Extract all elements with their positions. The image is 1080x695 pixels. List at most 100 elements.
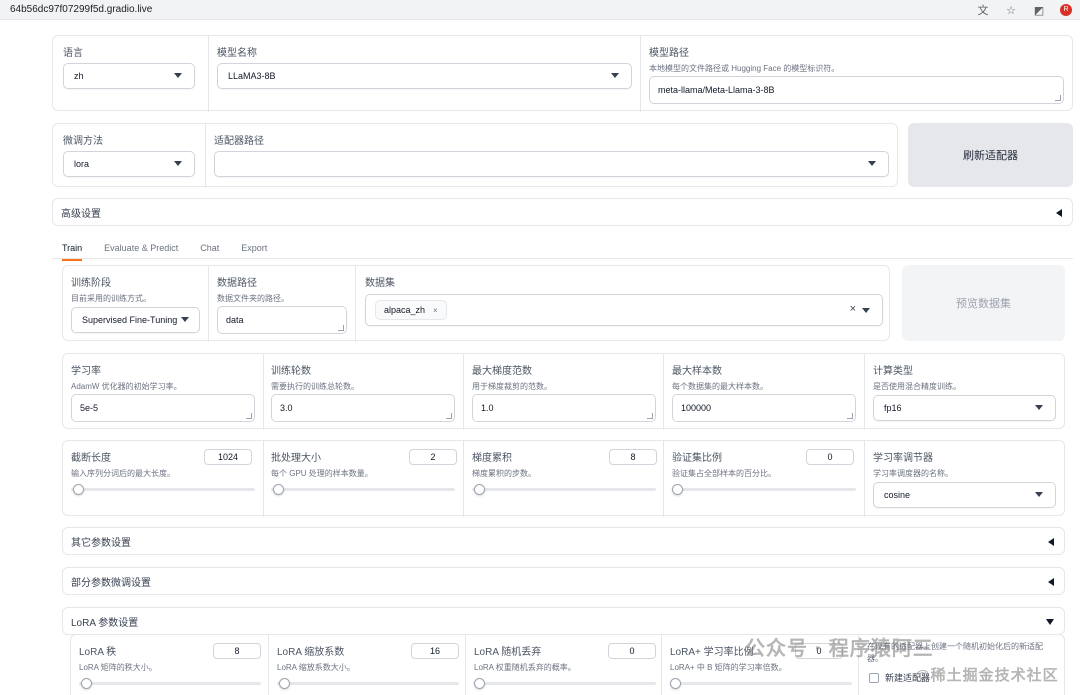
lora-rank-slider-thumb[interactable] xyxy=(80,678,92,689)
dataset-tag-label: alpaca_zh xyxy=(384,305,426,315)
max-grad-norm-label: 最大梯度范数 xyxy=(472,366,532,377)
preview-dataset-button[interactable]: 预览数据集 xyxy=(902,265,1065,341)
refresh-adapter-button[interactable]: 刷新适配器 xyxy=(908,123,1073,187)
lora-dropout-number[interactable]: 0 xyxy=(608,643,656,659)
new-adapter-checkbox[interactable] xyxy=(869,673,879,683)
watermark-line1: 公众号 · 程序猿阿三 xyxy=(745,638,934,660)
lora-alpha-slider-thumb[interactable] xyxy=(278,678,290,689)
batch-size-number[interactable]: 2 xyxy=(409,449,457,465)
lora-settings-accordion[interactable]: LoRA 参数设置 xyxy=(62,607,1065,635)
advanced-settings-accordion[interactable]: 高级设置 xyxy=(52,198,1073,226)
lora-rank-number[interactable]: 8 xyxy=(213,643,261,659)
finetune-method-label: 微调方法 xyxy=(63,136,103,147)
val-size-info: 验证集占全部样本的百分比。 xyxy=(672,469,776,478)
lora-rank-slider[interactable] xyxy=(79,682,261,685)
batch-size-slider[interactable] xyxy=(271,488,455,491)
model-name-dropdown[interactable]: LLaMA3-8B xyxy=(217,63,632,89)
other-settings-accordion[interactable]: 其它参数设置 xyxy=(62,527,1065,555)
stage-label: 训练阶段 xyxy=(71,278,111,289)
lora-dropout-info: LoRA 权重随机丢弃的概率。 xyxy=(474,663,576,672)
model-path-info: 本地模型的文件路径或 Hugging Face 的模型标识符。 xyxy=(649,64,840,73)
remove-tag-icon[interactable]: × xyxy=(433,306,438,315)
chevron-down-icon xyxy=(1035,492,1043,497)
stage-dropdown[interactable]: Supervised Fine-Tuning xyxy=(71,307,200,333)
lora-dropout-slider[interactable] xyxy=(474,682,656,685)
chevron-down-icon xyxy=(174,73,182,78)
val-size-number[interactable]: 0 xyxy=(806,449,854,465)
adapter-path-label: 适配器路径 xyxy=(214,136,264,147)
translate-icon[interactable]: 文 xyxy=(976,2,990,18)
dataset-label: 数据集 xyxy=(365,278,395,289)
lora-alpha-info: LoRA 缩放系数大小。 xyxy=(277,663,355,672)
cutoff-len-slider-thumb[interactable] xyxy=(72,484,84,495)
lang-label: 语言 xyxy=(63,48,83,59)
lora-rank-label: LoRA 秩 xyxy=(79,647,117,658)
resize-handle-icon xyxy=(338,325,344,331)
stage-value: Supervised Fine-Tuning xyxy=(82,315,178,325)
collapse-arrow-icon xyxy=(1056,209,1062,217)
grad-accum-slider-thumb[interactable] xyxy=(473,484,485,495)
val-size-slider-thumb[interactable] xyxy=(672,484,683,495)
model-config-panel: 语言 zh 模型名称 LLaMA3-8B 模型路径 本地模型的文件路径或 Hug… xyxy=(52,35,1073,112)
clear-icon[interactable]: × xyxy=(850,303,856,315)
star-icon[interactable]: ☆ xyxy=(1004,4,1018,17)
max-samples-label: 最大样本数 xyxy=(672,366,722,377)
scheduler-value: cosine xyxy=(884,490,911,500)
adapter-path-dropdown[interactable] xyxy=(214,151,889,177)
scheduler-label: 学习率调节器 xyxy=(873,453,933,464)
epochs-value: 3.0 xyxy=(280,403,293,413)
model-path-value: meta-llama/Meta-Llama-3-8B xyxy=(658,85,775,95)
learning-rate-info: AdamW 优化器的初始学习率。 xyxy=(71,382,182,391)
grad-accum-info: 梯度累积的步数。 xyxy=(472,469,536,478)
chevron-down-icon xyxy=(181,317,189,322)
learning-rate-value: 5e-5 xyxy=(80,403,99,413)
lang-dropdown[interactable]: zh xyxy=(63,63,195,89)
epochs-input[interactable]: 3.0 xyxy=(271,394,455,422)
val-size-slider[interactable] xyxy=(672,488,856,491)
other-settings-label: 其它参数设置 xyxy=(71,537,131,549)
profile-icon[interactable]: R xyxy=(1060,4,1072,16)
epochs-label: 训练轮数 xyxy=(271,366,311,377)
chevron-down-icon xyxy=(862,308,870,313)
cutoff-len-slider[interactable] xyxy=(71,488,255,491)
lora-dropout-slider-thumb[interactable] xyxy=(474,678,485,689)
dataset-tag[interactable]: alpaca_zh × xyxy=(375,300,447,320)
freeze-settings-accordion[interactable]: 部分参数微调设置 xyxy=(62,567,1065,595)
watermark-line2: @稀土掘金技术社区 xyxy=(915,667,1059,684)
compute-type-info: 是否使用混合精度训练。 xyxy=(873,382,961,391)
data-dir-input[interactable]: data xyxy=(217,306,347,334)
url-bar[interactable]: 64b56dc97f07299f5d.gradio.live xyxy=(10,4,152,15)
lora-alpha-number[interactable]: 16 xyxy=(411,643,459,659)
epochs-info: 需要执行的训练总轮数。 xyxy=(271,382,359,391)
compute-type-label: 计算类型 xyxy=(873,366,913,377)
batch-size-slider-thumb[interactable] xyxy=(272,484,284,495)
data-dir-label: 数据路径 xyxy=(217,278,257,289)
preview-dataset-label: 预览数据集 xyxy=(956,298,1011,310)
lora-alpha-slider[interactable] xyxy=(277,682,459,685)
chevron-down-icon xyxy=(611,73,619,78)
finetune-method-value: lora xyxy=(74,159,90,169)
cutoff-len-number[interactable]: 1024 xyxy=(204,449,252,465)
compute-type-value: fp16 xyxy=(884,403,902,413)
scheduler-dropdown[interactable]: cosine xyxy=(873,482,1056,508)
lora-dropout-label: LoRA 随机丢弃 xyxy=(474,647,542,658)
model-path-label: 模型路径 xyxy=(649,48,689,59)
finetune-method-dropdown[interactable]: lora xyxy=(63,151,195,177)
compute-type-dropdown[interactable]: fp16 xyxy=(873,395,1056,421)
loraplus-ratio-slider[interactable] xyxy=(670,682,852,685)
max-samples-input[interactable]: 100000 xyxy=(672,394,856,422)
grad-accum-slider[interactable] xyxy=(472,488,656,491)
max-samples-info: 每个数据集的最大样本数。 xyxy=(672,382,768,391)
model-path-input[interactable]: meta-llama/Meta-Llama-3-8B xyxy=(649,76,1064,104)
grad-accum-number[interactable]: 8 xyxy=(609,449,657,465)
learning-rate-input[interactable]: 5e-5 xyxy=(71,394,255,422)
batch-size-info: 每个 GPU 处理的样本数量。 xyxy=(271,469,373,478)
advanced-settings-label: 高级设置 xyxy=(61,208,101,220)
lora-rank-info: LoRA 矩阵的秩大小。 xyxy=(79,663,157,672)
finetune-panel: 微调方法 lora 适配器路径 xyxy=(52,123,898,188)
max-grad-norm-input[interactable]: 1.0 xyxy=(472,394,656,422)
lang-value: zh xyxy=(74,71,84,81)
chevron-down-icon xyxy=(1035,405,1043,410)
extension-icon[interactable]: ◩ xyxy=(1032,4,1046,17)
loraplus-ratio-slider-thumb[interactable] xyxy=(670,678,681,689)
